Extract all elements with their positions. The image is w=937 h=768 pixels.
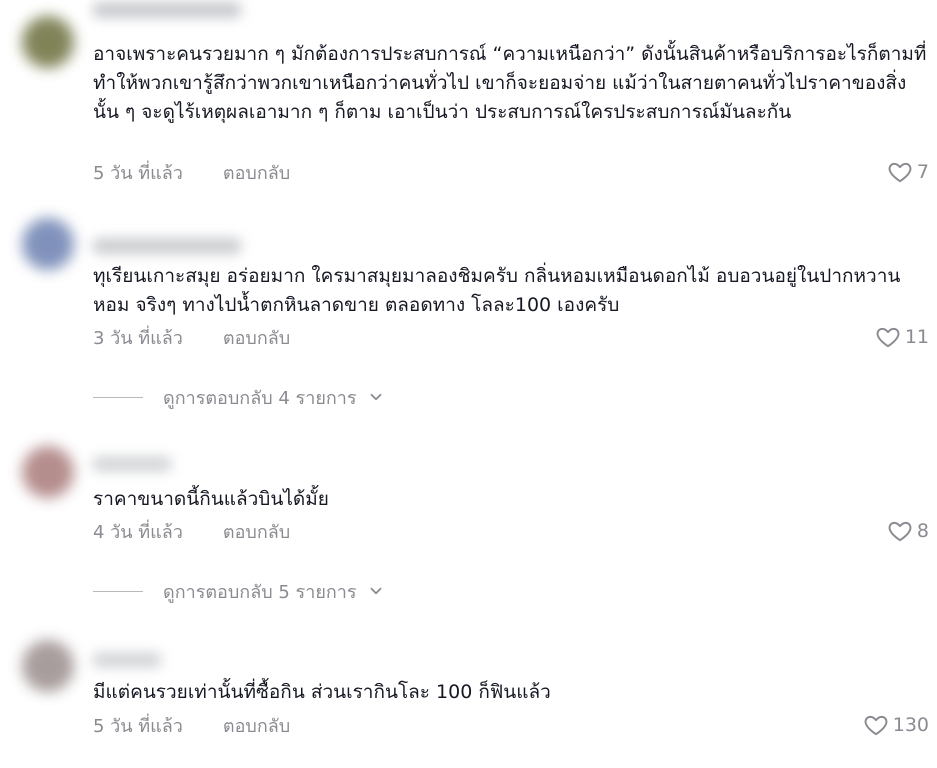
replies-divider [93,396,143,398]
comment-text: ราคาขนาดนี้กินแล้วบินได้มั้ย [93,488,329,510]
comment-meta: 3 วัน ที่แล้ว ตอบกลับ [93,324,290,350]
like-count: 7 [916,161,929,183]
like-count: 130 [892,714,929,736]
username-blurred[interactable] [92,238,242,254]
view-replies-button[interactable]: ดูการตอบกลับ 4 รายการ [93,384,385,410]
chevron-down-icon [370,393,381,401]
comment-meta: 4 วัน ที่แล้ว ตอบกลับ [93,518,290,544]
like-count: 11 [904,326,929,348]
comment-text: ทุเรียนเกาะสมุย อร่อยมาก ใครมาสมุยมาลองช… [93,265,901,316]
view-replies-label: ดูการตอบกลับ 4 รายการ [163,387,357,409]
username-blurred[interactable] [92,2,242,18]
comment-time: 4 วัน ที่แล้ว [93,521,183,543]
like-button[interactable]: 7 [887,159,929,185]
chevron-down-icon [370,587,381,595]
reply-button[interactable]: ตอบกลับ [223,323,290,352]
heart-outline-icon [888,162,912,183]
username-blurred[interactable] [92,652,162,668]
view-replies-button[interactable]: ดูการตอบกลับ 5 รายการ [93,578,385,604]
like-button[interactable]: 11 [875,324,929,350]
heart-outline-icon [888,521,912,542]
comment-meta: 5 วัน ที่แล้ว ตอบกลับ [93,159,290,185]
username-blurred[interactable] [92,456,172,472]
avatar[interactable] [22,218,74,270]
avatar[interactable] [22,16,74,68]
comment-time: 5 วัน ที่แล้ว [93,715,183,737]
heart-outline-icon [876,327,900,348]
like-button[interactable]: 8 [887,518,929,544]
reply-button[interactable]: ตอบกลับ [223,158,290,187]
reply-button[interactable]: ตอบกลับ [223,711,290,740]
avatar[interactable] [22,446,74,498]
comment-text: อาจเพราะคนรวยมาก ๆ มักต้องการประสบการณ์ … [93,43,927,123]
comment-time: 3 วัน ที่แล้ว [93,327,183,349]
avatar[interactable] [22,640,74,692]
reply-button[interactable]: ตอบกลับ [223,517,290,546]
like-button[interactable]: 130 [863,712,929,738]
heart-outline-icon [864,715,888,736]
comment-text: มีแต่คนรวยเท่านั้นที่ซื้อกิน ส่วนเรากินโ… [93,681,551,703]
replies-divider [93,590,143,592]
comment-time: 5 วัน ที่แล้ว [93,162,183,184]
comment-meta: 5 วัน ที่แล้ว ตอบกลับ [93,712,290,738]
like-count: 8 [916,520,929,542]
view-replies-label: ดูการตอบกลับ 5 รายการ [163,581,357,603]
